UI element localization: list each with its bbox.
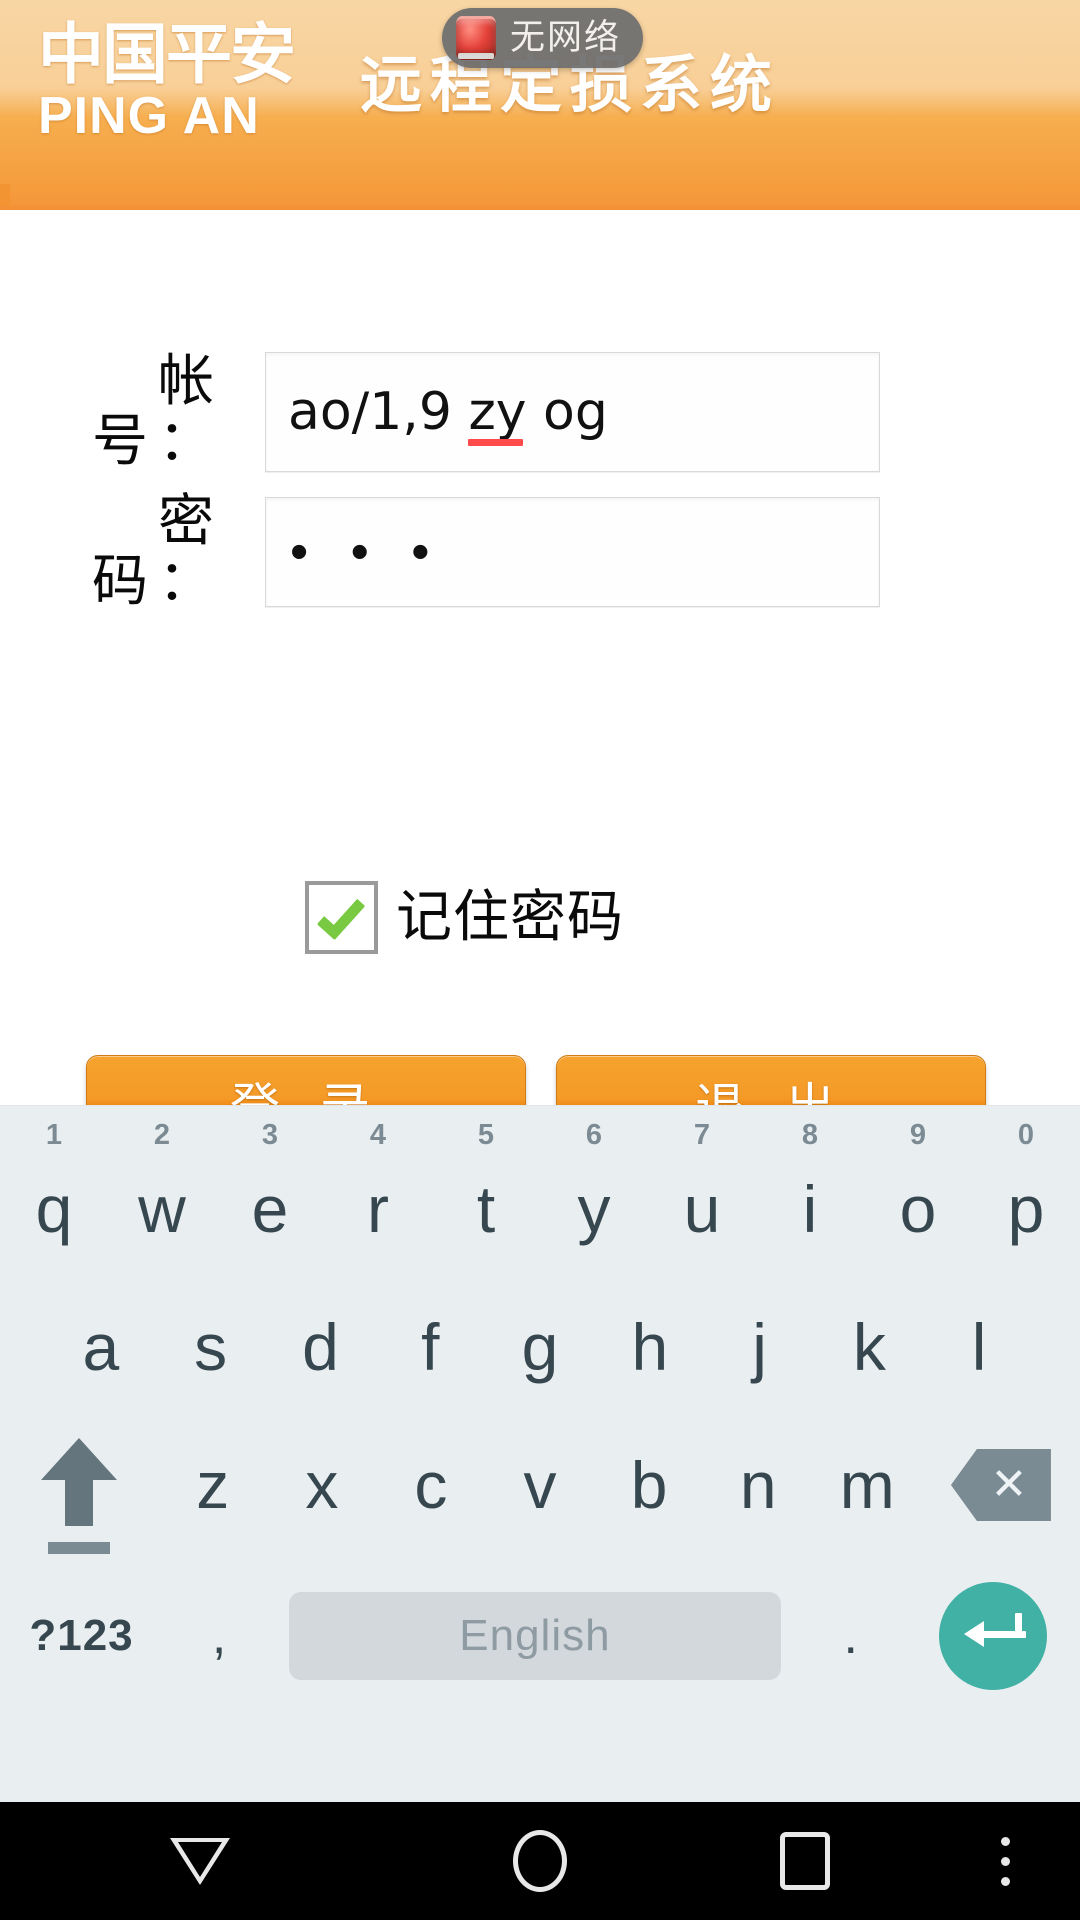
nav-back-button[interactable] xyxy=(0,1802,400,1920)
key-o[interactable]: 9o xyxy=(864,1120,972,1254)
key-g[interactable]: g xyxy=(485,1302,595,1392)
key-e-label: e xyxy=(251,1172,289,1246)
login-form: 帐 号： ao/1,9 zy og 密 码： • • • 记住密码 登 录 退 … xyxy=(0,210,1080,1151)
key-r-label: r xyxy=(367,1172,389,1246)
symbols-key[interactable]: ?123 xyxy=(0,1576,163,1696)
pingan-logo: 中国平安 PING AN xyxy=(38,16,338,145)
key-l[interactable]: l xyxy=(924,1302,1034,1392)
account-value-misspelled: zy xyxy=(468,382,527,446)
backspace-icon: ✕ xyxy=(950,1449,1051,1521)
key-p[interactable]: 0p xyxy=(972,1120,1080,1254)
key-w-number: 2 xyxy=(153,1119,171,1151)
keyboard-row-4: ?123 , English . xyxy=(0,1576,1080,1696)
key-s[interactable]: s xyxy=(156,1302,266,1392)
remember-password-label: 记住密码 xyxy=(396,884,624,950)
key-c[interactable]: c xyxy=(376,1440,485,1530)
recents-square-icon xyxy=(780,1832,830,1890)
comma-key[interactable]: , xyxy=(163,1576,275,1696)
logo-chinese-text: 中国平安 xyxy=(38,16,296,93)
account-input-value: ao/1,9 zy og xyxy=(266,382,608,446)
account-value-prefix: ao/1,9 xyxy=(288,382,469,442)
onscreen-keyboard: 1q 2w 3e 4r 5t 6y 7u 8i 9o 0p a s d f g … xyxy=(0,1105,1080,1802)
key-u-number: 7 xyxy=(693,1119,711,1151)
enter-icon xyxy=(964,1613,1027,1659)
key-y-label: y xyxy=(577,1172,611,1246)
key-t[interactable]: 5t xyxy=(432,1120,540,1254)
shift-icon xyxy=(41,1438,118,1554)
key-i[interactable]: 8i xyxy=(756,1120,864,1254)
key-q-label: q xyxy=(35,1172,73,1246)
password-input-value: • • • xyxy=(290,523,444,581)
key-i-number: 8 xyxy=(801,1119,819,1151)
nav-overflow-button[interactable] xyxy=(930,1802,1080,1920)
key-t-number: 5 xyxy=(477,1119,495,1151)
key-u-label: u xyxy=(683,1172,721,1246)
key-a[interactable]: a xyxy=(46,1302,156,1392)
key-o-number: 9 xyxy=(909,1119,927,1151)
key-k[interactable]: k xyxy=(814,1302,924,1392)
key-o-label: o xyxy=(899,1172,937,1246)
key-w-label: w xyxy=(138,1172,186,1246)
enter-key[interactable] xyxy=(907,1576,1080,1696)
key-z[interactable]: z xyxy=(158,1440,267,1530)
account-row: 帐 号： ao/1,9 zy og xyxy=(0,352,880,472)
logo-english-text: PING AN xyxy=(38,87,260,145)
shift-key[interactable] xyxy=(0,1438,158,1554)
key-j[interactable]: j xyxy=(705,1302,815,1392)
home-circle-icon xyxy=(513,1830,567,1892)
key-d[interactable]: d xyxy=(266,1302,376,1392)
header-edge-artifact xyxy=(0,184,10,206)
checkmark-icon xyxy=(316,889,365,940)
key-b[interactable]: b xyxy=(595,1440,704,1530)
key-w[interactable]: 2w xyxy=(108,1120,216,1254)
key-e-number: 3 xyxy=(261,1119,279,1151)
app-screen: 中国平安 PING AN 远程定损系统 无网络 帐 号： ao/1,9 zy o… xyxy=(0,0,1080,1920)
no-network-icon xyxy=(456,16,496,60)
backspace-key[interactable]: ✕ xyxy=(922,1440,1080,1530)
back-triangle-icon xyxy=(170,1837,230,1885)
period-key[interactable]: . xyxy=(795,1576,907,1696)
overflow-menu-icon xyxy=(1000,1836,1010,1886)
key-r-number: 4 xyxy=(369,1119,387,1151)
keyboard-row-2: a s d f g h j k l xyxy=(0,1302,1080,1392)
key-q-number: 1 xyxy=(45,1119,63,1151)
password-label: 密 码： xyxy=(92,489,224,614)
keyboard-row-3: z x c v b n m ✕ xyxy=(0,1438,1080,1554)
key-m[interactable]: m xyxy=(813,1440,922,1530)
password-row: 密 码： • • • xyxy=(0,492,880,612)
account-value-suffix: og xyxy=(526,382,608,442)
key-r[interactable]: 4r xyxy=(324,1120,432,1254)
key-i-label: i xyxy=(802,1172,818,1246)
account-label: 帐 号： xyxy=(92,349,224,474)
key-h[interactable]: h xyxy=(595,1302,705,1392)
account-input[interactable]: ao/1,9 zy og xyxy=(265,352,880,472)
key-y-number: 6 xyxy=(585,1119,603,1151)
android-nav-bar xyxy=(0,1802,1080,1920)
no-network-toast: 无网络 xyxy=(442,8,644,68)
key-y[interactable]: 6y xyxy=(540,1120,648,1254)
key-n[interactable]: n xyxy=(704,1440,813,1530)
space-key[interactable]: English xyxy=(275,1576,795,1696)
key-f[interactable]: f xyxy=(375,1302,485,1392)
nav-recents-button[interactable] xyxy=(680,1802,930,1920)
key-v[interactable]: v xyxy=(485,1440,594,1530)
space-key-label: English xyxy=(289,1592,781,1680)
enter-key-cap xyxy=(939,1582,1048,1690)
remember-password-row[interactable]: 记住密码 xyxy=(305,881,624,954)
password-input[interactable]: • • • xyxy=(265,497,880,607)
key-u[interactable]: 7u xyxy=(648,1120,756,1254)
key-e[interactable]: 3e xyxy=(216,1120,324,1254)
remember-password-checkbox[interactable] xyxy=(305,881,378,954)
toast-message: 无网络 xyxy=(510,18,622,58)
key-p-label: p xyxy=(1007,1172,1045,1246)
key-p-number: 0 xyxy=(1017,1119,1035,1151)
key-t-label: t xyxy=(476,1172,496,1246)
key-q[interactable]: 1q xyxy=(0,1120,108,1254)
keyboard-row-1: 1q 2w 3e 4r 5t 6y 7u 8i 9o 0p xyxy=(0,1120,1080,1254)
key-x[interactable]: x xyxy=(267,1440,376,1530)
nav-home-button[interactable] xyxy=(400,1802,680,1920)
